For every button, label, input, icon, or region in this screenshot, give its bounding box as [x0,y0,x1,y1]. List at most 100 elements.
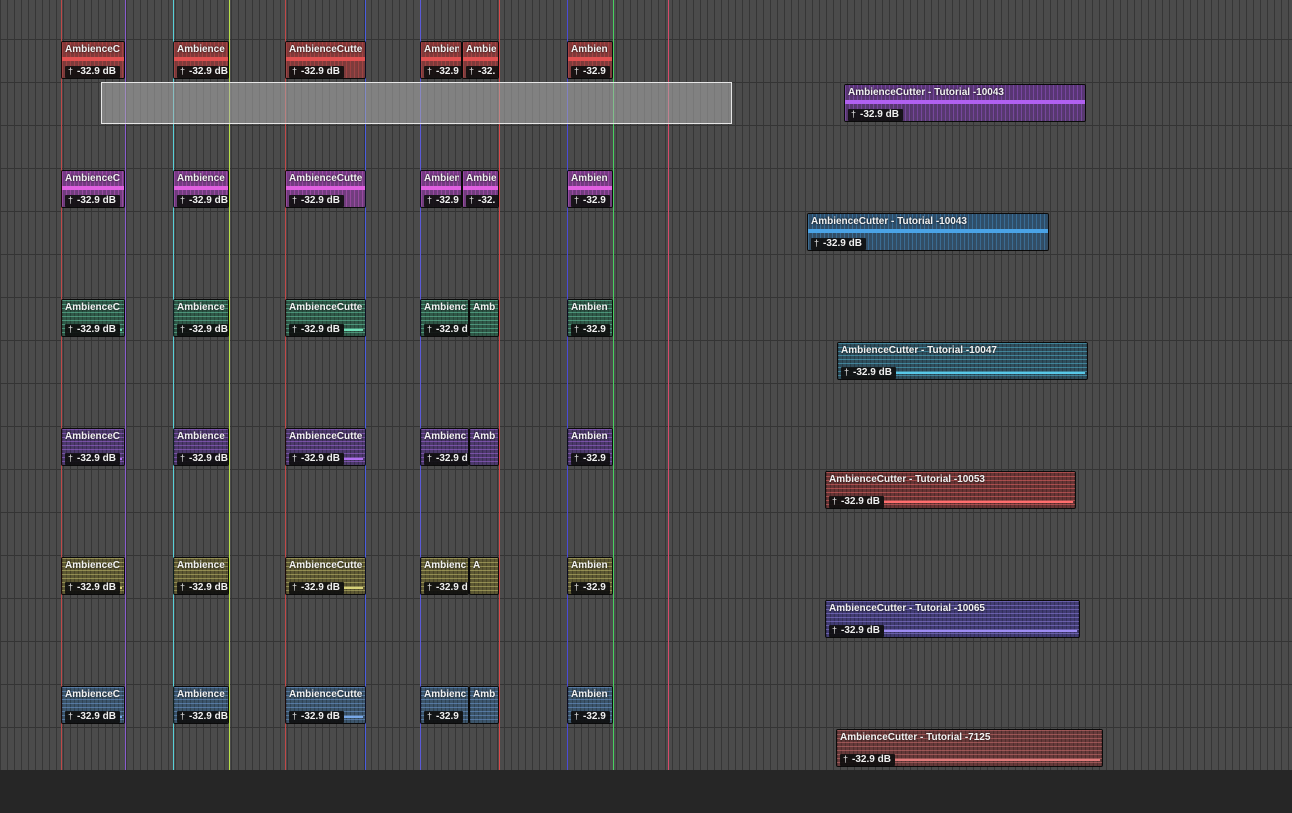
region-gain-control[interactable]: † -32.9 [571,323,612,336]
audio-region[interactable]: Ambien † -32.9 [567,41,613,79]
audio-region[interactable]: AmbienceC † -32.9 dB [61,41,125,79]
gain-handle-icon[interactable]: † [180,454,185,463]
gain-handle-icon[interactable]: † [427,583,432,592]
region-gain-control[interactable]: † -32.9 dB [65,581,124,594]
audio-region[interactable]: AmbienceCut † -32.9 dB [420,557,469,595]
gain-handle-icon[interactable]: † [68,196,73,205]
audio-region[interactable]: Amb [469,686,499,724]
gain-handle-icon[interactable]: † [469,67,474,76]
audio-region[interactable]: AmbienceCutte † -32.9 dB [285,557,366,595]
gain-handle-icon[interactable]: † [851,110,856,119]
region-gain-control[interactable]: † -32.9 dB [177,194,228,207]
audio-region[interactable]: AmbienceCutter - Tutorial -10043 † -32.9 d… [807,213,1049,251]
gain-handle-icon[interactable]: † [469,196,474,205]
marker-line[interactable] [61,0,62,770]
region-gain-control[interactable]: † -32.9 dB [177,323,228,336]
region-gain-control[interactable]: † -32.9 dB [289,710,365,723]
gain-handle-icon[interactable]: † [832,497,837,506]
gain-handle-icon[interactable]: † [292,454,297,463]
gain-handle-icon[interactable]: † [574,583,579,592]
gain-handle-icon[interactable]: † [427,712,432,721]
region-gain-control[interactable]: † -32.9 dB [289,194,365,207]
audio-region[interactable]: AmbienceCutte † -32.9 dB [285,428,366,466]
region-gain-control[interactable]: † -32.9 [571,194,612,207]
region-gain-control[interactable]: † -32. [466,194,498,207]
audio-region[interactable]: AmbienceC † -32.9 dB [61,299,125,337]
region-gain-control[interactable]: † -32.9 dB [289,323,365,336]
gain-handle-icon[interactable]: † [292,196,297,205]
audio-region[interactable]: AmbienceCutter - Tutorial -10053 † -32.9 d… [825,471,1076,509]
audio-region[interactable]: Ambien † -32.9 [567,299,613,337]
gain-handle-icon[interactable]: † [68,454,73,463]
audio-region[interactable]: AmbienceC † -32.9 dB [61,428,125,466]
gain-handle-icon[interactable]: † [68,712,73,721]
region-gain-control[interactable]: † -32.9 [424,65,461,78]
region-gain-control[interactable]: † -32.9 [571,710,612,723]
audio-region[interactable]: AmbienceCutter - Tutorial -10065 † -32.9 d… [825,600,1080,638]
region-gain-control[interactable]: † -32.9 dB [65,710,124,723]
audio-region[interactable]: Ambienc † -32.9 [420,686,469,724]
audio-region[interactable]: AmbienceCutter - Tutorial -7125 † -32.9 dB [836,729,1103,767]
gain-handle-icon[interactable]: † [832,626,837,635]
region-gain-control[interactable]: † -32.9 dB [65,65,124,78]
gain-handle-icon[interactable]: † [427,454,432,463]
gain-handle-icon[interactable]: † [427,325,432,334]
gain-handle-icon[interactable]: † [427,196,432,205]
gain-handle-icon[interactable]: † [180,67,185,76]
audio-region[interactable]: Ambien † -32.9 [567,557,613,595]
audio-region[interactable]: AmbienceC † -32.9 dB [61,686,125,724]
gain-handle-icon[interactable]: † [68,583,73,592]
gain-handle-icon[interactable]: † [574,712,579,721]
audio-region[interactable]: Ambience † -32.9 dB [173,428,229,466]
region-gain-control[interactable]: † -32.9 dB [848,108,1085,121]
gain-handle-icon[interactable]: † [180,583,185,592]
gain-handle-icon[interactable]: † [292,325,297,334]
gain-handle-icon[interactable]: † [844,368,849,377]
audio-region[interactable]: AmbienceCutte † -32.9 dB [285,686,366,724]
audio-region[interactable]: AmbienceCutter - Tutorial -10043 † -32.9 d… [844,84,1086,122]
gain-handle-icon[interactable]: † [843,755,848,764]
gain-handle-icon[interactable]: † [292,583,297,592]
region-gain-control[interactable]: † -32.9 dB [841,366,1087,379]
region-gain-control[interactable]: † -32.9 dB [65,452,124,465]
gain-handle-icon[interactable]: † [292,712,297,721]
audio-region[interactable]: Ambien † -32.9 [567,428,613,466]
audio-region[interactable]: Ambience † -32.9 dB [173,299,229,337]
audio-region[interactable]: Ambien † -32.9 [567,170,613,208]
audio-region[interactable]: Ambien † -32.9 [420,41,462,79]
audio-region[interactable]: Ambience † -32.9 d [420,299,469,337]
arrange-area[interactable]: AmbienceC † -32.9 dB Ambience † -32.9 dB Ambie… [0,0,1292,770]
region-gain-control[interactable]: † -32.9 dB [289,65,365,78]
audio-region[interactable]: Ambien † -32.9 [420,170,462,208]
audio-region[interactable]: Ambie † -32. [462,170,499,208]
marquee-selection[interactable] [101,82,732,124]
region-gain-control[interactable]: † -32.9 dB [829,495,1075,508]
region-gain-control[interactable]: † -32.9 d [424,452,468,465]
region-gain-control[interactable]: † -32.9 [571,65,612,78]
region-gain-control[interactable]: † -32.9 dB [424,581,468,594]
audio-region[interactable]: Ambience † -32.9 d [420,428,469,466]
gain-handle-icon[interactable]: † [574,325,579,334]
audio-region[interactable]: Amb [469,299,499,337]
gain-handle-icon[interactable]: † [814,239,819,248]
region-gain-control[interactable]: † -32.9 dB [289,452,365,465]
audio-region[interactable]: AmbienceCutte † -32.9 dB [285,170,366,208]
audio-region[interactable]: AmbienceC † -32.9 dB [61,170,125,208]
region-gain-control[interactable]: † -32.9 dB [177,581,228,594]
region-gain-control[interactable]: † -32.9 [424,194,461,207]
region-gain-control[interactable]: † -32.9 dB [177,65,228,78]
region-gain-control[interactable]: † -32.9 dB [829,624,1079,637]
audio-region[interactable]: AmbienceC † -32.9 dB [61,557,125,595]
audio-region[interactable]: Ambie † -32. [462,41,499,79]
gain-handle-icon[interactable]: † [574,67,579,76]
audio-region[interactable]: Ambience † -32.9 dB [173,557,229,595]
gain-handle-icon[interactable]: † [68,325,73,334]
gain-handle-icon[interactable]: † [427,67,432,76]
audio-region[interactable]: Ambience † -32.9 dB [173,170,229,208]
audio-region[interactable]: AmbienceCutter - Tutorial -10047 † -32.9 d… [837,342,1088,380]
region-gain-control[interactable]: † -32.9 d [424,323,468,336]
audio-region[interactable]: Ambien † -32.9 [567,686,613,724]
gain-handle-icon[interactable]: † [180,196,185,205]
audio-region[interactable]: Ambience † -32.9 dB [173,686,229,724]
region-gain-control[interactable]: † -32.9 dB [65,323,124,336]
